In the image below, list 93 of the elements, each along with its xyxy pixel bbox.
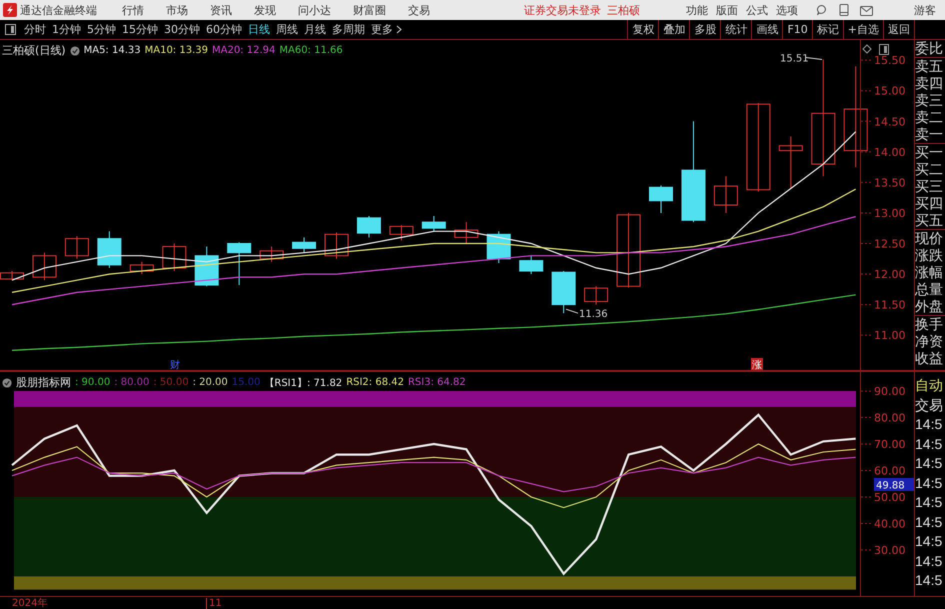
period-tab[interactable]: 1分钟	[49, 20, 84, 39]
axis-label: 14.00	[874, 146, 906, 159]
quote-field-label: 卖三	[915, 92, 944, 109]
quote-field-label: 买五	[915, 212, 944, 229]
menu-item[interactable]: 行情	[122, 2, 144, 18]
quote-field-label: 卖五	[915, 58, 944, 75]
event-marker[interactable]: 涨	[751, 358, 763, 370]
period-tab[interactable]: 60分钟	[203, 20, 245, 39]
indicator-legend-value: RSI3: 64.82	[408, 377, 466, 388]
axis-label: 80.00	[874, 412, 906, 425]
axis-label: 60.00	[874, 464, 906, 478]
quote-field-label: 涨跌	[915, 247, 944, 264]
menu-item[interactable]: 交易	[408, 2, 430, 18]
period-tab[interactable]: 5分钟	[84, 20, 119, 39]
axis-label: 30.00	[874, 544, 906, 557]
quote-field-label: 卖一	[915, 126, 944, 143]
period-tab[interactable]: 多周期	[329, 20, 368, 39]
ma-legend-value: MA5: 14.33	[84, 45, 141, 56]
menu-item[interactable]: 公式	[746, 2, 768, 18]
quote-field-label: 卖四	[915, 75, 944, 92]
quote-field-label: 外盘	[915, 298, 944, 315]
menu-item[interactable]: 资讯	[210, 2, 232, 18]
side-label: 交易	[915, 396, 944, 414]
trade-time: 14:5	[915, 512, 944, 532]
indicator-legend-value: 15.00	[232, 377, 260, 388]
indicator-legend-value: : 80.00	[114, 377, 150, 388]
indicator-legend-value: 【RSI1】: 71.82	[264, 376, 342, 390]
time-axis-label: 11	[206, 598, 222, 608]
current-value-tag: 49.88	[874, 478, 914, 492]
menu-item[interactable]: 问小达	[298, 2, 331, 18]
axis-label: 11.00	[874, 329, 906, 342]
quote-field-label: 买二	[915, 161, 944, 178]
period-tab[interactable]: 分时	[21, 20, 49, 39]
ma-legend-value: MA20: 12.94	[212, 45, 276, 56]
axis-label: 90.00	[874, 385, 906, 398]
trade-time: 14:5	[915, 454, 944, 473]
period-tab[interactable]: 日线	[245, 20, 273, 39]
menu-item[interactable]: 财富圈	[353, 2, 386, 18]
quote-field-label: 委比	[915, 40, 944, 57]
toolbar-button[interactable]: 返回	[883, 20, 915, 39]
stock-name: 三柏硕	[607, 2, 640, 18]
indicator-legend-value: : 20.00	[192, 377, 228, 388]
axis-label: 12.50	[874, 238, 906, 250]
quote-field-label: 卖二	[915, 109, 944, 126]
trade-time: 14:5	[915, 552, 944, 570]
period-tab[interactable]: 周线	[273, 20, 301, 39]
quote-field-label: 总量	[915, 281, 944, 298]
side-label[interactable]: 自动	[915, 376, 945, 396]
axis-label: 40.00	[874, 517, 906, 530]
axis-label: 15.00	[874, 84, 906, 98]
quote-field-label: 买四	[915, 195, 944, 212]
ma-legend-value: MA60: 11.66	[279, 45, 343, 56]
axis-label: 70.00	[874, 438, 906, 452]
trade-time: 14:5	[915, 474, 944, 492]
quote-field-label: 买三	[915, 178, 944, 195]
indicator-legend-value: : 50.00	[153, 377, 189, 388]
trade-time: 14:5	[915, 571, 944, 590]
trade-time: 14:5	[915, 532, 944, 551]
menu-item[interactable]: 市场	[166, 2, 188, 18]
axis-label: 13.50	[874, 176, 906, 190]
app-title: 通达信金融终端	[20, 2, 98, 18]
menu-item[interactable]: 版面	[716, 2, 738, 18]
quote-field-label: 现价	[915, 230, 944, 247]
axis-label: 15.50	[874, 54, 906, 68]
indicator-legend-value: : 90.00	[75, 377, 110, 388]
axis-label: 12.00	[874, 268, 906, 282]
axis-label: 14.50	[874, 115, 906, 128]
menu-item[interactable]: 功能	[686, 2, 708, 18]
time-axis-label: 2024年	[12, 597, 48, 609]
ma-legend-value: MA10: 13.39	[144, 45, 208, 56]
menu-item[interactable]: 发现	[254, 2, 276, 18]
quote-field-label: 换手	[915, 316, 944, 333]
menu-item[interactable]: 选项	[776, 2, 798, 18]
more-button[interactable]: 更多	[368, 20, 405, 39]
trade-time: 14:5	[915, 415, 944, 434]
quote-field-label: 买一	[915, 144, 944, 161]
trade-time: 14:5	[915, 493, 944, 512]
trade-time: 14:5	[915, 434, 944, 454]
axis-label: 11.50	[874, 298, 906, 312]
quote-field-label: 净资	[915, 333, 944, 350]
axis-label: 13.00	[874, 206, 906, 220]
period-tab[interactable]: 月线	[301, 20, 329, 39]
quote-field-label: 涨幅	[915, 264, 944, 281]
event-marker[interactable]: 财	[170, 360, 180, 370]
period-tab[interactable]: 15分钟	[119, 20, 161, 39]
period-tab[interactable]: 30分钟	[161, 20, 203, 39]
user-label[interactable]: 游客	[914, 2, 936, 18]
indicator-legend-value: RSI2: 68.42	[346, 377, 404, 388]
quote-field-label: 收益	[915, 350, 944, 367]
login-notice[interactable]: 证券交易未登录	[524, 2, 601, 18]
chart-title: 三柏硕(日线)	[2, 43, 66, 58]
indicator-name: 股朋指标网	[16, 375, 71, 390]
axis-label: 50.00	[874, 490, 906, 504]
